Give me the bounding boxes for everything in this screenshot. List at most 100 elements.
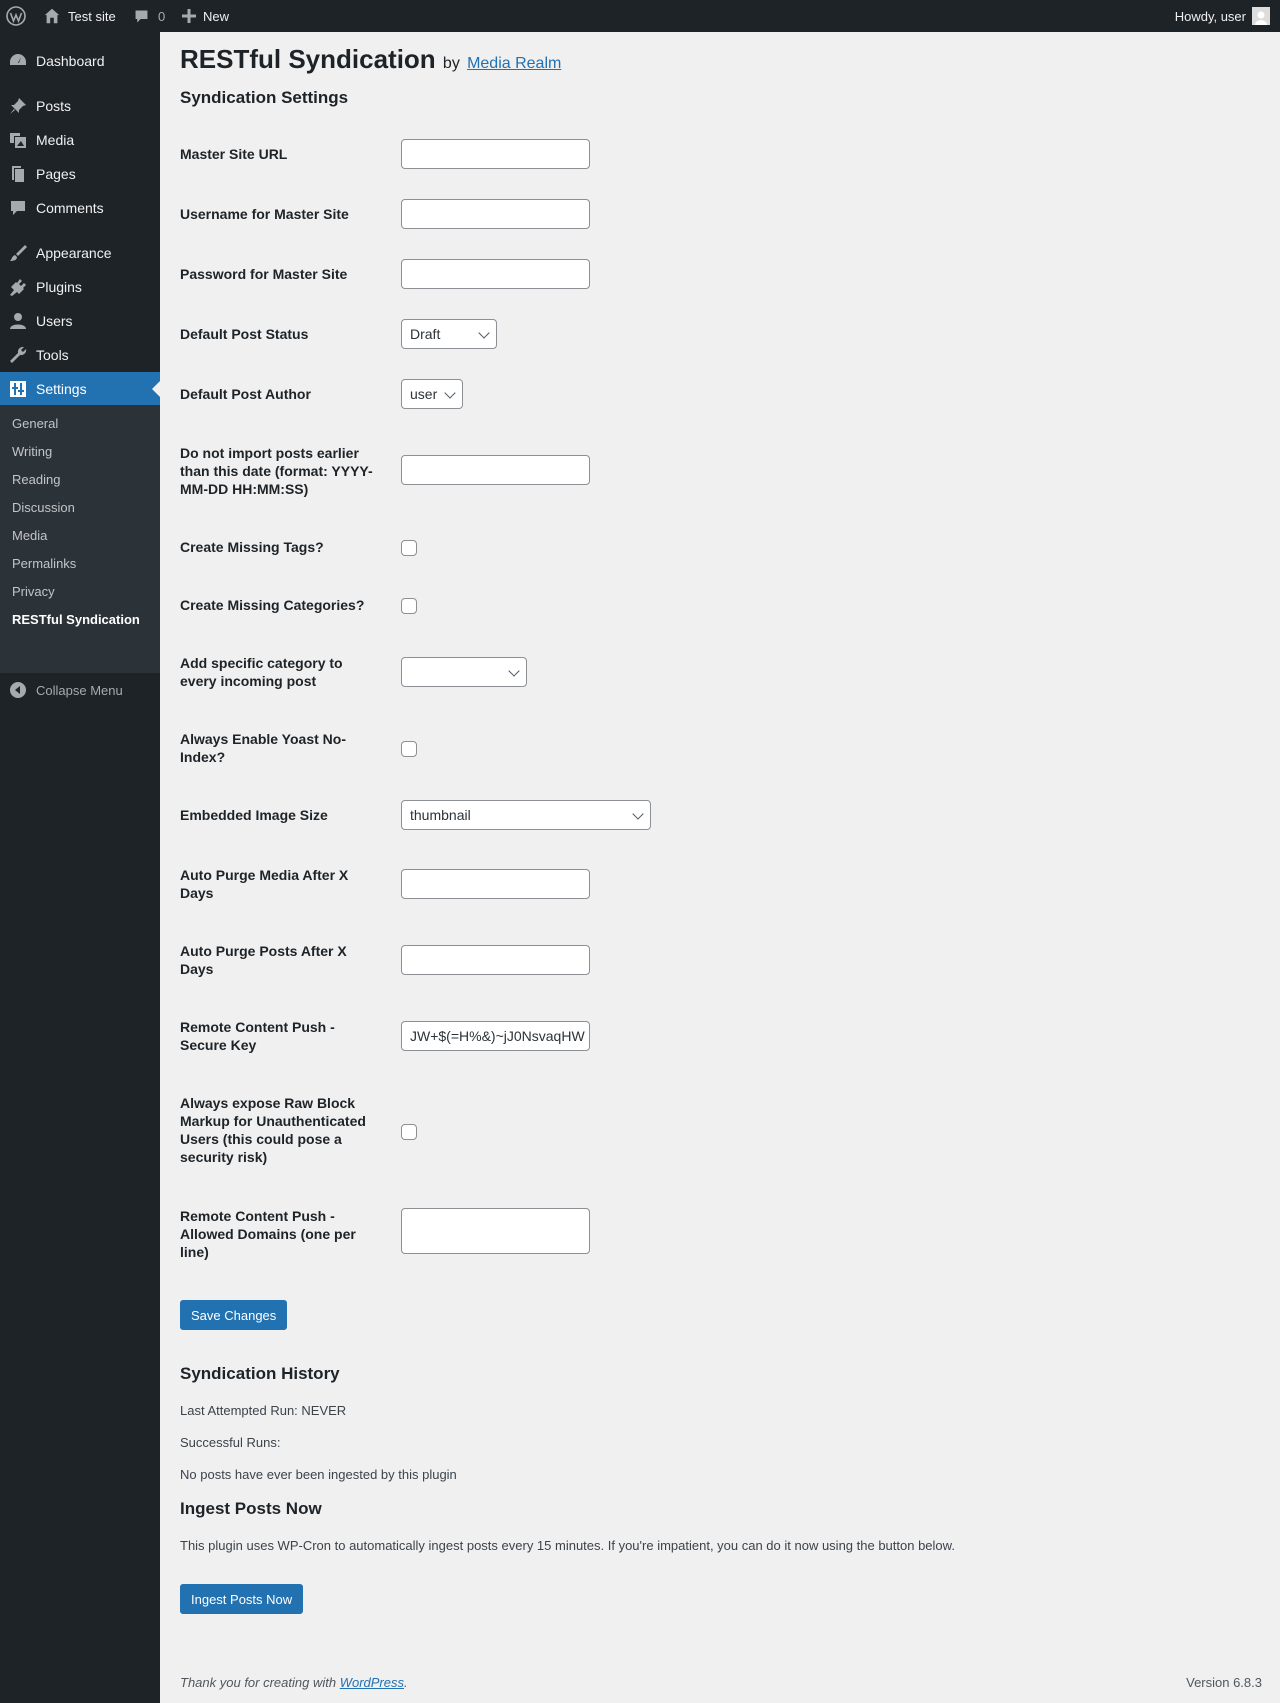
new-label: New bbox=[203, 8, 230, 24]
chevron-down-icon bbox=[478, 327, 490, 339]
comments-link[interactable]: 0 bbox=[133, 0, 165, 32]
submenu-item-writing[interactable]: Writing bbox=[12, 444, 52, 459]
my-account-link[interactable]: Howdy, user bbox=[1175, 0, 1270, 32]
submenu-item-restful-syndication[interactable]: RESTful Syndication bbox=[12, 612, 140, 627]
settings-heading: Syndication Settings bbox=[180, 88, 349, 107]
submenu-item-media[interactable]: Media bbox=[12, 528, 47, 543]
sidebar-item-label: Users bbox=[36, 313, 73, 329]
home-icon bbox=[43, 7, 61, 25]
last-run-text: Last Attempted Run: NEVER bbox=[180, 1403, 347, 1418]
missing-categories-label: Create Missing Categories? bbox=[180, 597, 365, 613]
site-name-link[interactable]: Test site bbox=[43, 0, 116, 32]
missing-categories-checkbox[interactable] bbox=[401, 598, 417, 614]
post-status-value: Draft bbox=[410, 326, 441, 342]
successful-runs-text: Successful Runs: bbox=[180, 1435, 281, 1450]
sidebar-item-tools[interactable]: Tools bbox=[0, 338, 160, 372]
raw-block-label: Always expose Raw Block Markup for Unaut… bbox=[180, 1095, 366, 1165]
author-link[interactable]: Media Realm bbox=[467, 55, 561, 72]
pushpin-icon bbox=[0, 96, 36, 116]
user-icon bbox=[0, 311, 36, 331]
raw-block-checkbox[interactable] bbox=[401, 1124, 417, 1140]
yoast-noindex-label: Always Enable Yoast No-Index? bbox=[180, 731, 346, 765]
master-url-label: Master Site URL bbox=[180, 146, 288, 162]
sidebar-item-media[interactable]: Media bbox=[0, 123, 160, 157]
save-changes-button[interactable]: Save Changes bbox=[180, 1300, 288, 1330]
footer-thanks: Thank you for creating with WordPress. bbox=[180, 1675, 408, 1690]
purge-media-input[interactable] bbox=[401, 869, 590, 899]
image-size-label: Embedded Image Size bbox=[180, 807, 328, 823]
collapse-icon bbox=[0, 682, 36, 698]
post-status-select[interactable]: Draft bbox=[401, 319, 497, 349]
post-status-label: Default Post Status bbox=[180, 326, 309, 342]
sidebar-item-dashboard[interactable]: Dashboard bbox=[0, 44, 160, 78]
footer-version: Version 6.8.3 bbox=[1186, 1675, 1262, 1690]
avatar bbox=[1252, 7, 1270, 25]
submenu-item-discussion[interactable]: Discussion bbox=[12, 500, 75, 515]
submenu-item-reading[interactable]: Reading bbox=[12, 472, 60, 487]
sidebar-item-label: Plugins bbox=[36, 279, 82, 295]
password-label: Password for Master Site bbox=[180, 266, 348, 282]
sidebar-item-posts[interactable]: Posts bbox=[0, 89, 160, 123]
plugin-icon bbox=[0, 277, 36, 297]
collapse-menu-label: Collapse Menu bbox=[36, 682, 123, 698]
sidebar-item-label: Posts bbox=[36, 98, 72, 114]
settings-submenu: General Writing Reading Discussion Media… bbox=[0, 405, 160, 673]
post-author-label: Default Post Author bbox=[180, 386, 311, 402]
byline-prefix: by bbox=[442, 55, 460, 72]
history-heading: Syndication History bbox=[180, 1364, 340, 1383]
howdy-text: Howdy, user bbox=[1174, 8, 1246, 24]
allowed-domains-textarea[interactable] bbox=[401, 1208, 590, 1254]
image-size-select[interactable]: thumbnail bbox=[401, 800, 651, 830]
wrench-icon bbox=[0, 345, 36, 365]
sidebar-item-label: Media bbox=[36, 132, 75, 148]
chevron-down-icon bbox=[632, 808, 644, 820]
specific-category-label: Add specific category to every incoming … bbox=[180, 655, 343, 689]
allowed-domains-label: Remote Content Push - Allowed Domains (o… bbox=[180, 1208, 356, 1260]
secure-key-input[interactable]: JW+$(=H%&)~jJ0NsvaqHW bbox=[401, 1021, 590, 1051]
purge-posts-input[interactable] bbox=[401, 945, 590, 975]
comment-icon bbox=[0, 198, 36, 218]
chevron-down-icon bbox=[444, 387, 456, 399]
post-author-select[interactable]: user bbox=[401, 379, 463, 409]
wordpress-logo-icon[interactable] bbox=[6, 0, 26, 32]
sidebar-item-users[interactable]: Users bbox=[0, 304, 160, 338]
footer-thanks-suffix: . bbox=[404, 1675, 408, 1690]
comment-icon bbox=[133, 8, 150, 25]
password-input[interactable] bbox=[401, 259, 590, 289]
wordpress-link[interactable]: WordPress bbox=[340, 1675, 404, 1690]
sidebar-item-label: Comments bbox=[36, 200, 104, 216]
new-content-link[interactable]: New bbox=[182, 0, 229, 32]
sidebar-item-comments[interactable]: Comments bbox=[0, 191, 160, 225]
sidebar-item-label: Dashboard bbox=[36, 53, 105, 69]
submenu-item-privacy[interactable]: Privacy bbox=[12, 584, 55, 599]
ingest-posts-button[interactable]: Ingest Posts Now bbox=[180, 1584, 304, 1614]
site-name: Test site bbox=[68, 8, 116, 24]
missing-tags-label: Create Missing Tags? bbox=[180, 539, 324, 555]
ingest-description: This plugin uses WP-Cron to automaticall… bbox=[180, 1538, 955, 1553]
earliest-date-label: Do not import posts earlier than this da… bbox=[180, 445, 373, 497]
none-ingested-text: No posts have ever been ingested by this… bbox=[180, 1467, 457, 1482]
earliest-date-input[interactable] bbox=[401, 455, 590, 485]
master-url-input[interactable] bbox=[401, 139, 590, 169]
sidebar-item-appearance[interactable]: Appearance bbox=[0, 236, 160, 270]
submenu-item-general[interactable]: General bbox=[12, 416, 58, 431]
sidebar-item-pages[interactable]: Pages bbox=[0, 157, 160, 191]
sidebar-item-settings[interactable]: Settings bbox=[0, 372, 160, 406]
missing-tags-checkbox[interactable] bbox=[401, 540, 417, 556]
settings-icon bbox=[0, 379, 36, 399]
footer-thanks-prefix: Thank you for creating with bbox=[180, 1675, 340, 1690]
media-icon bbox=[0, 130, 36, 150]
sidebar-item-label: Appearance bbox=[36, 245, 112, 261]
image-size-value: thumbnail bbox=[410, 807, 471, 823]
yoast-noindex-checkbox[interactable] bbox=[401, 741, 417, 757]
sidebar-item-label: Settings bbox=[36, 381, 87, 397]
collapse-menu-button[interactable]: Collapse Menu bbox=[0, 676, 160, 704]
username-input[interactable] bbox=[401, 199, 590, 229]
specific-category-select[interactable] bbox=[401, 657, 527, 687]
submenu-item-permalinks[interactable]: Permalinks bbox=[12, 556, 76, 571]
secure-key-label: Remote Content Push - Secure Key bbox=[180, 1019, 335, 1053]
chevron-down-icon bbox=[508, 665, 520, 677]
sidebar-item-plugins[interactable]: Plugins bbox=[0, 270, 160, 304]
post-author-value: user bbox=[410, 386, 438, 402]
comments-count: 0 bbox=[158, 8, 166, 24]
